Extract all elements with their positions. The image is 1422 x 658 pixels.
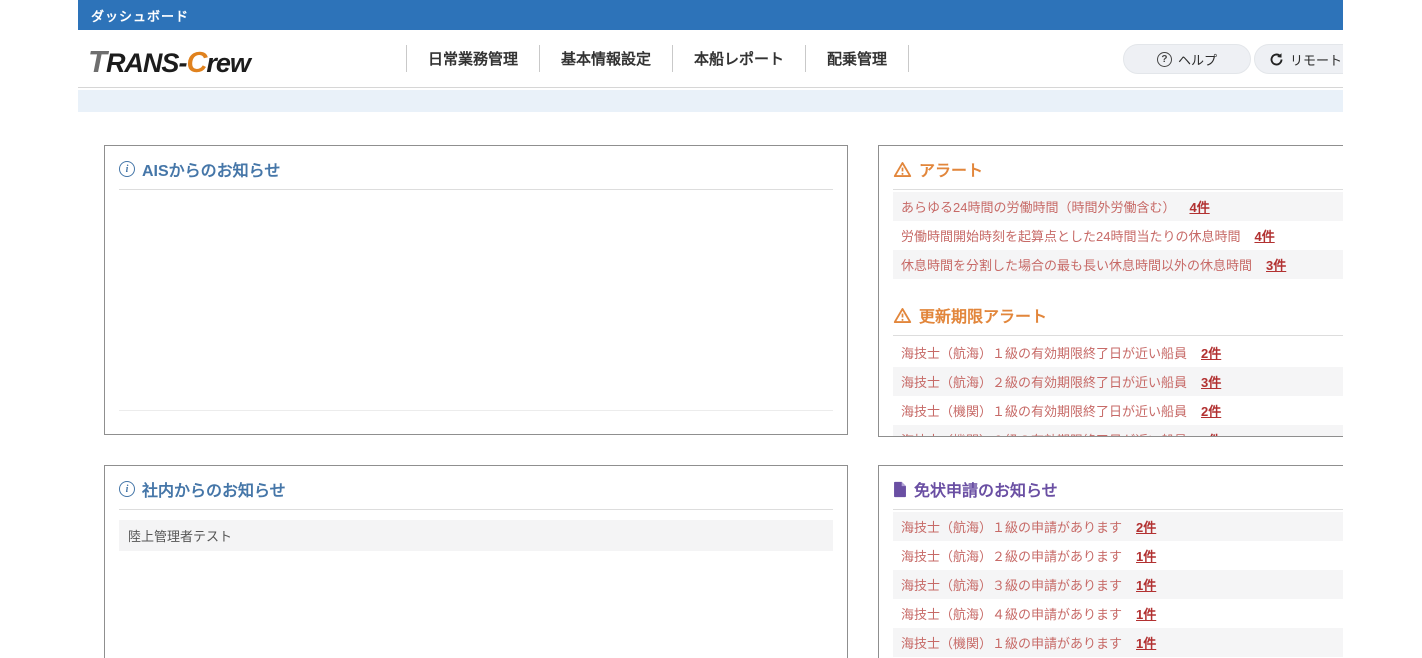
help-button[interactable]: ヘルプ — [1123, 44, 1251, 74]
warning-triangle-icon — [893, 161, 912, 178]
license-row-text: 海技士（航海）１級の申請があります — [901, 517, 1122, 536]
company-panel-title-text: 社内からのお知らせ — [142, 477, 286, 501]
license-application-row: 海技士（航海）４級の申請があります 1件 — [893, 599, 1343, 628]
alert-list: あらゆる24時間の労働時間（時間外労働含む） 4件 労働時間開始時刻を起算点とし… — [893, 192, 1343, 279]
remote-button-label: リモート — [1290, 50, 1342, 69]
nav-item-daily-operations[interactable]: 日常業務管理 — [406, 45, 539, 72]
nav-item-crew-assignment[interactable]: 配乗管理 — [805, 45, 909, 72]
company-notice-row[interactable]: 陸上管理者テスト — [119, 520, 833, 551]
logo-text: rew — [206, 48, 250, 78]
license-row-text: 海技士（機関）１級の申請があります — [901, 633, 1122, 652]
alerts-panel: アラート あらゆる24時間の労働時間（時間外労働含む） 4件 労働時間開始時刻を… — [878, 145, 1343, 437]
logo-text: T — [88, 44, 106, 79]
renewal-alert-row: 海技士（機関）１級の有効期限終了日が近い船員 2件 — [893, 396, 1343, 425]
renewal-panel-title: 更新期限アラート — [893, 303, 1343, 327]
logo-text: RANS — [106, 48, 179, 78]
alerts-panel-title-text: アラート — [919, 157, 983, 181]
renewal-alert-row: 海技士（航海）２級の有効期限終了日が近い船員 3件 — [893, 367, 1343, 396]
renewal-count-link[interactable]: 1件 — [1201, 430, 1221, 437]
license-panel-title: 免状申請のお知らせ — [893, 477, 1343, 501]
alert-count-link[interactable]: 3件 — [1266, 255, 1286, 274]
renewal-row-text: 海技士（航海）２級の有効期限終了日が近い船員 — [901, 372, 1187, 391]
renewal-count-link[interactable]: 2件 — [1201, 343, 1221, 362]
alert-count-link[interactable]: 4件 — [1254, 226, 1274, 245]
logo-text: C — [186, 47, 206, 79]
renewal-alert-row: 海技士（航海）１級の有効期限終了日が近い船員 2件 — [893, 338, 1343, 367]
page-title-bar: ダッシュボード — [78, 0, 1343, 30]
alert-row: 労働時間開始時刻を起算点とした24時間当たりの休息時間 4件 — [893, 221, 1343, 250]
document-icon — [893, 481, 907, 498]
divider — [893, 189, 1343, 190]
warning-triangle-icon — [893, 307, 912, 324]
company-panel-title: 社内からのお知らせ — [119, 477, 833, 501]
alert-row-text: 労働時間開始時刻を起算点とした24時間当たりの休息時間 — [901, 226, 1240, 245]
license-count-link[interactable]: 1件 — [1136, 575, 1156, 594]
license-count-link[interactable]: 1件 — [1136, 604, 1156, 623]
trans-crew-app: ダッシュボード TRANS-Crew 日常業務管理 基本情報設定 本船レポート … — [78, 0, 1343, 658]
nav-item-ship-report[interactable]: 本船レポート — [672, 45, 805, 72]
info-circle-icon — [119, 481, 135, 497]
alert-count-link[interactable]: 4件 — [1189, 197, 1209, 216]
renewal-alert-list: 海技士（航海）１級の有効期限終了日が近い船員 2件 海技士（航海）２級の有効期限… — [893, 338, 1343, 437]
renewal-count-link[interactable]: 3件 — [1201, 372, 1221, 391]
sync-icon — [1269, 52, 1284, 67]
license-application-row: 海技士（航海）３級の申請があります 1件 — [893, 570, 1343, 599]
company-notice-text: 陸上管理者テスト — [128, 526, 232, 545]
ais-panel-title-text: AISからのお知らせ — [142, 157, 280, 181]
trans-crew-logo[interactable]: TRANS-Crew — [88, 44, 250, 80]
sub-nav-band — [78, 90, 1343, 112]
app-header: TRANS-Crew 日常業務管理 基本情報設定 本船レポート 配乗管理 ヘルプ… — [78, 30, 1343, 88]
license-row-text: 海技士（航海）４級の申請があります — [901, 604, 1122, 623]
license-notices-panel: 免状申請のお知らせ 海技士（航海）１級の申請があります 2件 海技士（航海）２級… — [878, 465, 1343, 658]
alert-row-text: 休息時間を分割した場合の最も長い休息時間以外の休息時間 — [901, 255, 1252, 274]
alert-row: あらゆる24時間の労働時間（時間外労働含む） 4件 — [893, 192, 1343, 221]
license-count-link[interactable]: 1件 — [1136, 546, 1156, 565]
renewal-row-text: 海技士（機関）２級の有効期限終了日が近い船員 — [901, 430, 1187, 437]
page-title: ダッシュボード — [91, 6, 189, 25]
ais-panel-title: AISからのお知らせ — [119, 157, 833, 181]
remote-button[interactable]: リモート — [1254, 44, 1343, 74]
renewal-alert-row: 海技士（機関）２級の有効期限終了日が近い船員 1件 — [893, 425, 1343, 437]
license-application-row: 海技士（航海）１級の申請があります 2件 — [893, 512, 1343, 541]
main-nav: 日常業務管理 基本情報設定 本船レポート 配乗管理 — [406, 30, 909, 87]
renewal-panel-title-text: 更新期限アラート — [919, 303, 1047, 327]
license-count-link[interactable]: 2件 — [1136, 517, 1156, 536]
divider — [119, 509, 833, 510]
help-button-label: ヘルプ — [1178, 50, 1217, 69]
renewal-count-link[interactable]: 2件 — [1201, 401, 1221, 420]
license-application-list: 海技士（航海）１級の申請があります 2件 海技士（航海）２級の申請があります 1… — [893, 512, 1343, 657]
license-application-row: 海技士（航海）２級の申請があります 1件 — [893, 541, 1343, 570]
company-notices-panel: 社内からのお知らせ 陸上管理者テスト — [104, 465, 848, 658]
license-row-text: 海技士（航海）３級の申請があります — [901, 575, 1122, 594]
info-circle-icon — [119, 161, 135, 177]
divider — [893, 509, 1343, 510]
license-application-row: 海技士（機関）１級の申請があります 1件 — [893, 628, 1343, 657]
alert-row-text: あらゆる24時間の労働時間（時間外労働含む） — [901, 197, 1175, 216]
license-row-text: 海技士（航海）２級の申請があります — [901, 546, 1122, 565]
renewal-row-text: 海技士（航海）１級の有効期限終了日が近い船員 — [901, 343, 1187, 362]
divider — [893, 335, 1343, 336]
alert-row: 休息時間を分割した場合の最も長い休息時間以外の休息時間 3件 — [893, 250, 1343, 279]
alerts-panel-title: アラート — [893, 157, 1343, 181]
ais-empty-list — [119, 190, 833, 411]
license-count-link[interactable]: 1件 — [1136, 633, 1156, 652]
ais-notices-panel: AISからのお知らせ — [104, 145, 848, 435]
nav-item-basic-settings[interactable]: 基本情報設定 — [539, 45, 672, 72]
renewal-row-text: 海技士（機関）１級の有効期限終了日が近い船員 — [901, 401, 1187, 420]
question-circle-icon — [1157, 52, 1172, 67]
license-panel-title-text: 免状申請のお知らせ — [914, 477, 1058, 501]
